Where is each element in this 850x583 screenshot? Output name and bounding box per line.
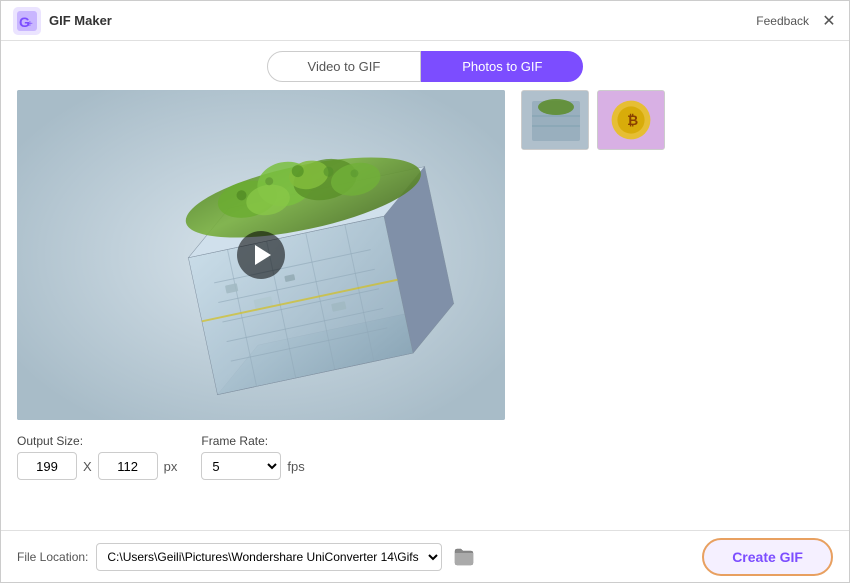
thumbnail-2-image: ₿ [598, 90, 664, 150]
px-unit-label: px [164, 459, 178, 474]
folder-icon [454, 548, 474, 566]
tab-photos-to-gif[interactable]: Photos to GIF [421, 51, 583, 82]
file-location-label: File Location: [17, 550, 88, 564]
x-separator: X [83, 459, 92, 474]
height-input[interactable] [98, 452, 158, 480]
width-input[interactable] [17, 452, 77, 480]
output-size-group: Output Size: X px [17, 434, 177, 480]
svg-text:₿: ₿ [627, 113, 638, 128]
size-inputs: X px [17, 452, 177, 480]
folder-button[interactable] [450, 543, 478, 571]
thumbnail-1-image [522, 91, 589, 150]
file-path-select[interactable]: C:\Users\Geili\Pictures\Wondershare UniC… [96, 543, 442, 571]
right-panel: ₿ [521, 90, 833, 530]
fps-unit-label: fps [287, 459, 304, 474]
title-bar-left: G + GIF Maker [13, 7, 112, 35]
tab-bar: Video to GIF Photos to GIF [1, 41, 849, 90]
fps-wrap: 5 fps [201, 452, 304, 480]
app-icon: G + [13, 7, 41, 35]
title-bar: G + GIF Maker Feedback ✕ [1, 1, 849, 41]
bottom-bar: File Location: C:\Users\Geili\Pictures\W… [1, 530, 849, 582]
play-button[interactable] [237, 231, 285, 279]
left-panel: Output Size: X px Frame Rate: 5 fps [17, 90, 505, 530]
main-content: Output Size: X px Frame Rate: 5 fps [1, 90, 849, 530]
output-size-label: Output Size: [17, 434, 177, 448]
app-title: GIF Maker [49, 13, 112, 28]
main-window: G + GIF Maker Feedback ✕ Video to GIF Ph… [0, 0, 850, 583]
frame-rate-group: Frame Rate: 5 fps [201, 434, 304, 480]
tab-video-to-gif[interactable]: Video to GIF [267, 51, 422, 82]
close-button[interactable]: ✕ [821, 13, 837, 29]
feedback-link[interactable]: Feedback [756, 14, 809, 28]
svg-text:+: + [27, 19, 33, 30]
file-location-group: File Location: C:\Users\Geili\Pictures\W… [17, 543, 478, 571]
create-gif-button[interactable]: Create GIF [702, 538, 833, 576]
fps-select[interactable]: 5 [201, 452, 281, 480]
thumbnail-1[interactable] [521, 90, 589, 150]
frame-rate-label: Frame Rate: [201, 434, 304, 448]
thumbnail-2[interactable]: ₿ [597, 90, 665, 150]
thumbnail-row: ₿ [521, 90, 833, 150]
settings-row: Output Size: X px Frame Rate: 5 fps [17, 434, 505, 480]
video-preview [17, 90, 505, 420]
title-bar-right: Feedback ✕ [756, 13, 837, 29]
